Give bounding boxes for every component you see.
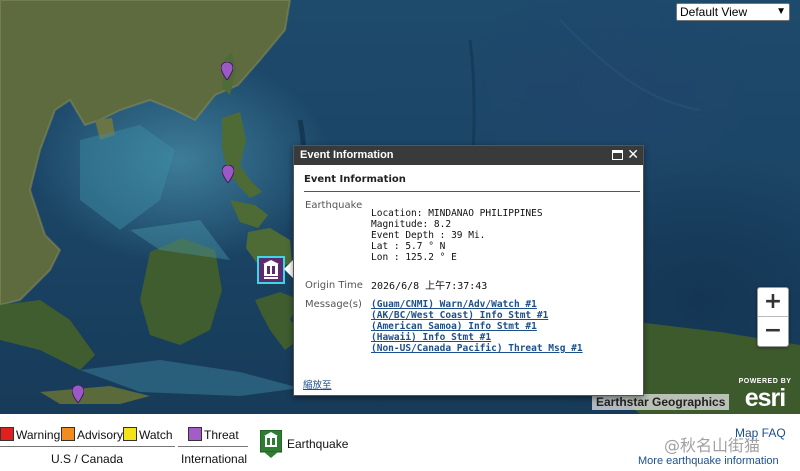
chevron-down-icon: ▼ (776, 6, 786, 17)
watch-swatch (123, 427, 137, 441)
message-links: (Guam/CNMI) Warn/Adv/Watch #1 (AK/BC/Wes… (371, 299, 583, 354)
zoom-control: + − (757, 287, 789, 347)
threat-pin-indonesia[interactable] (72, 385, 84, 403)
earthquake-icon (263, 260, 279, 279)
tsunami-map-app: Default View ▼ + − Earthstar Geographics… (0, 0, 800, 471)
earthquake-label: Earthquake (305, 200, 363, 211)
message-link-samoa[interactable]: (American Samoa) Info Stmt #1 (371, 321, 583, 332)
legend-bar: Warning Advisory Watch Threat U.S / Cana… (0, 414, 800, 471)
earthquake-details: Location: MINDANAO PHILIPPINES Magnitude… (371, 208, 543, 263)
us-canada-rule (0, 446, 175, 447)
map-attribution: Earthstar Geographics (592, 394, 730, 410)
view-select[interactable]: Default View ▼ (676, 3, 790, 21)
international-label: International (181, 452, 248, 466)
threat-pin-philippines[interactable] (222, 165, 234, 183)
more-earthquake-info-link[interactable]: More earthquake information (638, 454, 779, 468)
close-icon[interactable]: ✕ (627, 146, 639, 165)
zoom-in-button[interactable]: + (758, 288, 788, 317)
map-faq-link[interactable]: Map FAQ (735, 426, 786, 440)
location-text: Location: MINDANAO PHILIPPINES (371, 208, 543, 219)
us-canada-label: U.S / Canada (51, 452, 124, 466)
legend-watch-label: Watch (139, 428, 173, 442)
view-select-value: Default View (680, 5, 748, 19)
legend-watch: Watch (123, 427, 173, 443)
popup-header-title: Event Information (300, 149, 394, 161)
legend-threat: Threat (188, 427, 239, 443)
message-link-ak-bc[interactable]: (AK/BC/West Coast) Info Stmt #1 (371, 310, 583, 321)
advisory-swatch (61, 427, 75, 441)
message-link-non-us[interactable]: (Non-US/Canada Pacific) Threat Msg #1 (371, 343, 583, 354)
legend-advisory-label: Advisory (77, 428, 124, 442)
messages-label: Message(s) (305, 299, 362, 310)
map-view[interactable]: Default View ▼ + − Earthstar Geographics… (0, 0, 800, 414)
magnitude-text: Magnitude: 8.2 (371, 219, 452, 230)
international-rule (178, 446, 248, 447)
zoom-to-link[interactable]: 縮放至 (303, 380, 332, 392)
legend-threat-label: Threat (204, 428, 239, 442)
message-link-guam[interactable]: (Guam/CNMI) Warn/Adv/Watch #1 (371, 299, 583, 310)
warning-swatch (0, 427, 14, 441)
legend-warning-label: Warning (16, 428, 61, 442)
earthquake-marker[interactable] (257, 256, 285, 284)
lon-text: Lon : 125.2 ° E (371, 252, 457, 263)
origin-time-label: Origin Time (305, 280, 363, 291)
message-link-hawaii[interactable]: (Hawaii) Info Stmt #1 (371, 332, 583, 343)
maximize-icon[interactable] (612, 150, 623, 160)
esri-logo[interactable]: POWERED BY esri (735, 378, 795, 412)
lat-text: Lat : 5.7 ° N (371, 241, 446, 252)
depth-text: Event Depth : 39 Mi. (371, 230, 486, 241)
zoom-out-button[interactable]: − (758, 317, 788, 346)
popup-header: Event Information ✕ (294, 146, 643, 165)
earthquake-legend-icon (260, 430, 282, 458)
legend-advisory: Advisory (61, 427, 123, 443)
popup-title: Event Information (304, 174, 640, 192)
threat-swatch (188, 427, 202, 441)
legend-warning: Warning (0, 427, 60, 443)
threat-pin-taiwan[interactable] (221, 62, 233, 80)
earthquake-legend-label: Earthquake (287, 437, 349, 451)
event-info-popup: Event Information ✕ Event Information Ea… (293, 145, 644, 396)
esri-logo-text: esri (744, 384, 786, 412)
origin-time-value: 2026/6/8 上午7:37:43 (371, 281, 488, 292)
